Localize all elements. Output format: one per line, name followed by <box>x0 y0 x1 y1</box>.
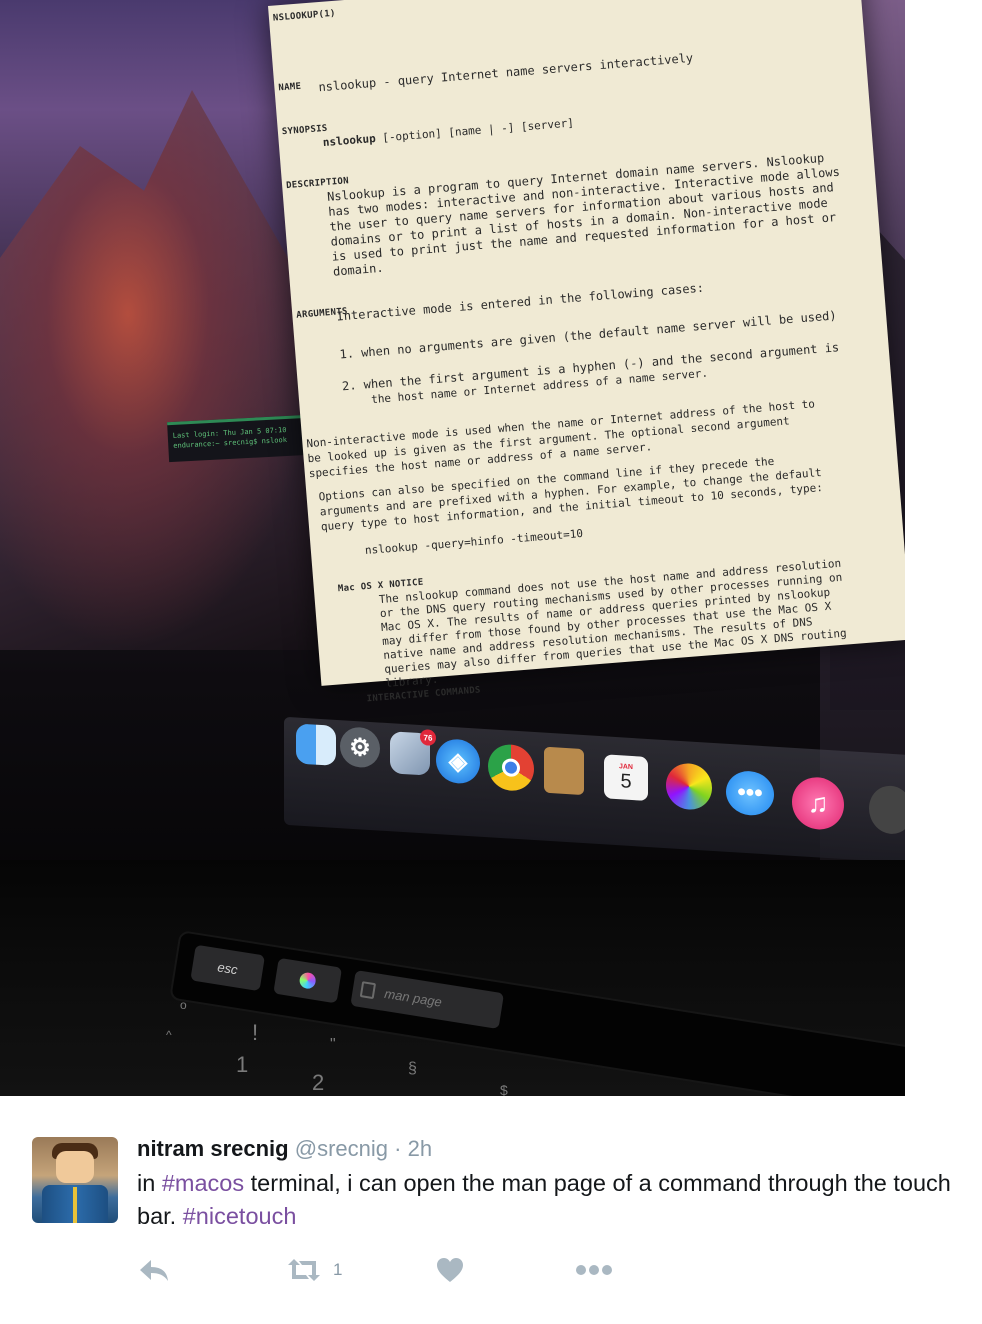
key-2[interactable]: 2 <box>312 1070 324 1096</box>
name-text: nslookup - query Internet name servers i… <box>317 50 694 95</box>
arguments-intro: Interactive mode is entered in the follo… <box>336 280 705 324</box>
man-page-label: man page <box>383 985 443 1010</box>
safari-icon[interactable]: ◈ <box>436 738 480 785</box>
interactive-commands-heading: INTERACTIVE COMMANDS <box>366 685 482 705</box>
dock: ⚙ 76 ◈ JAN 5 ••• ♫ <box>284 716 905 864</box>
finder-icon[interactable] <box>296 723 336 766</box>
reply-icon <box>140 1260 168 1281</box>
user-avatar[interactable] <box>32 1137 118 1223</box>
user-handle[interactable]: @srecnig <box>295 1136 388 1161</box>
contacts-icon[interactable] <box>544 746 584 796</box>
siri-icon <box>298 971 317 990</box>
key-exclamation[interactable]: ! <box>252 1020 258 1046</box>
calendar-day: 5 <box>620 769 632 793</box>
messages-icon[interactable]: ••• <box>726 769 774 817</box>
example-command: nslookup -query=hinfo -timeout=10 <box>364 526 584 558</box>
calendar-icon[interactable]: JAN 5 <box>604 754 648 801</box>
macos-notice-body: The nslookup command does not use the ho… <box>378 557 848 691</box>
man-page-header: NSLOOKUP(1) <box>272 8 337 24</box>
key-caret[interactable]: ^ <box>166 1028 172 1042</box>
game-center-icon[interactable] <box>869 784 905 836</box>
tweet-timestamp[interactable]: 2h <box>408 1136 432 1161</box>
man-page-button[interactable]: man page <box>350 970 505 1030</box>
more-dots-icon <box>576 1265 612 1275</box>
siri-key[interactable] <box>273 957 343 1004</box>
photos-icon[interactable] <box>666 762 712 811</box>
mail-badge: 76 <box>420 729 436 747</box>
key-dollar[interactable]: $ <box>500 1082 508 1096</box>
retweet-button[interactable]: 1 <box>285 1252 342 1288</box>
reply-button[interactable] <box>137 1252 171 1288</box>
itunes-icon[interactable]: ♫ <box>792 775 844 831</box>
man-page-icon <box>359 981 377 1000</box>
retweet-count: 1 <box>333 1260 343 1279</box>
hashtag-macos[interactable]: #macos <box>162 1170 244 1196</box>
retweet-icon <box>288 1259 320 1281</box>
synopsis-heading: SYNOPSIS <box>281 123 328 138</box>
header-separator: · <box>394 1136 402 1161</box>
synopsis-command: nslookup <box>322 131 377 150</box>
tweet-text-part: in <box>137 1170 162 1196</box>
avatar-face <box>56 1151 94 1183</box>
key-section[interactable]: § <box>408 1060 417 1078</box>
tweet-photo[interactable]: Last login: Thu Jan 5 07:10 endurance:~ … <box>0 0 905 1096</box>
heart-icon <box>437 1258 463 1282</box>
avatar-zipper <box>73 1187 77 1223</box>
chrome-icon[interactable] <box>488 743 534 793</box>
user-display-name[interactable]: nitram srecnig <box>137 1136 289 1161</box>
synopsis-args: [-option] [name | -] [server] <box>381 116 575 145</box>
esc-key[interactable]: esc <box>190 944 266 992</box>
system-preferences-icon[interactable]: ⚙ <box>340 726 380 769</box>
key-double-quote[interactable]: " <box>330 1036 336 1054</box>
man-page-window: NSLOOKUP(1) NAME nslookup - query Intern… <box>268 0 905 704</box>
name-heading: NAME <box>278 81 302 94</box>
description-body: Nslookup is a program to query Internet … <box>327 150 845 280</box>
tweet-text: in #macos terminal, i can open the man p… <box>137 1167 957 1233</box>
tweet-actions: 1 <box>137 1252 737 1288</box>
key-1[interactable]: 1 <box>236 1052 248 1078</box>
hashtag-nicetouch[interactable]: #nicetouch <box>183 1203 297 1229</box>
like-button[interactable] <box>435 1252 465 1288</box>
more-options-button[interactable] <box>575 1252 613 1288</box>
mail-stamp-icon[interactable]: 76 <box>390 729 436 776</box>
wallpaper-mountain-left <box>0 90 320 650</box>
tweet-header: nitram srecnig @srecnig · 2h <box>137 1136 432 1162</box>
